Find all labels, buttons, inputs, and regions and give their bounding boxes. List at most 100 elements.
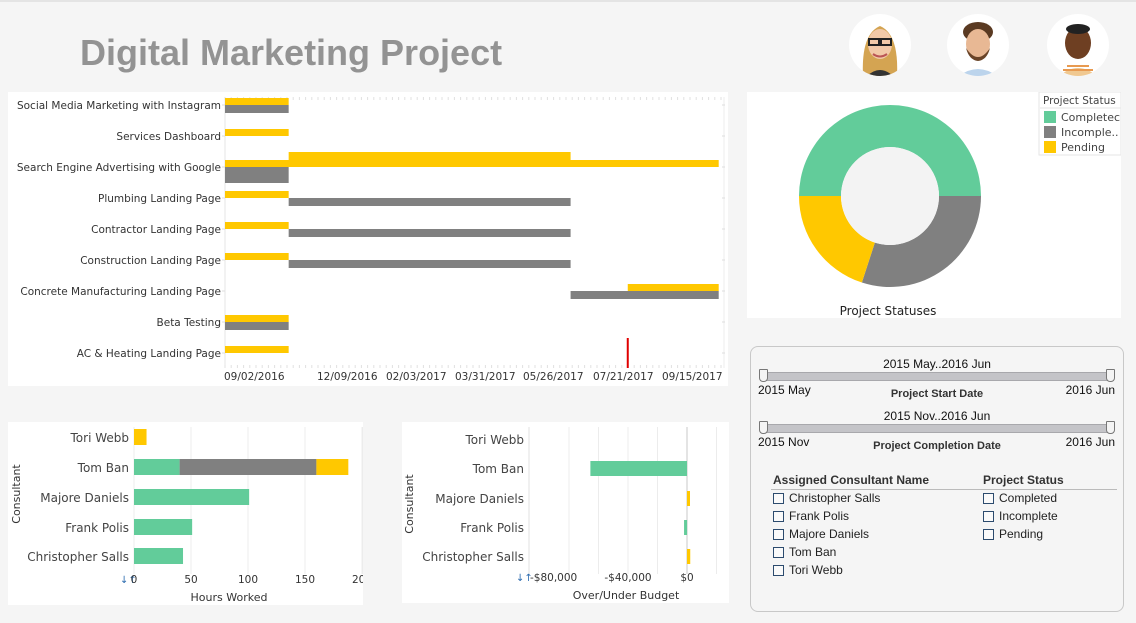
status-filter-checkbox[interactable]	[983, 528, 994, 540]
consultant-filter-label: Christopher Salls	[789, 491, 881, 505]
hours-bar-incomplete[interactable]	[179, 459, 317, 475]
consultant-filter-label: Frank Polis	[789, 509, 850, 523]
gantt-bar-pending[interactable]	[225, 191, 289, 198]
avatar-man-plaid-image	[1059, 24, 1097, 76]
over-under-budget-chart: Consultant Over/Under Budget ↓↑ -$80,000…	[403, 427, 717, 602]
status-pie-panel: Project Statuses Project Status Complete…	[747, 91, 1122, 318]
consultant-filter-header: Assigned Consultant Name	[773, 473, 930, 487]
legend-swatch-completed	[1044, 111, 1056, 123]
budget-bar[interactable]	[687, 549, 691, 564]
gantt-bar-pending[interactable]	[627, 284, 719, 291]
avatar-woman-glasses[interactable]	[849, 14, 911, 76]
status-filter-option[interactable]: Incomplete	[983, 507, 1064, 525]
start-range-label: 2015 May..2016 Jun	[883, 357, 991, 371]
consultant-filter-label: Tom Ban	[789, 545, 837, 559]
hours-x-tick-label: 200	[352, 574, 363, 586]
gantt-task-label: Construction Landing Page	[80, 255, 221, 267]
gantt-bar-incomplete[interactable]	[570, 291, 719, 299]
budget-bar[interactable]	[687, 491, 690, 506]
legend-label-incomplete[interactable]: Incomple..	[1061, 126, 1119, 139]
gantt-bar-incomplete[interactable]	[288, 229, 571, 237]
gantt-task-label: Search Engine Advertising with Google	[17, 162, 221, 174]
gantt-chart-panel: Social Media Marketing with Instagram Ser…	[8, 92, 728, 386]
legend-label-completed[interactable]: Completec	[1061, 111, 1120, 124]
status-filter-option[interactable]: Completed	[983, 489, 1064, 507]
consultant-filter-label: Tori Webb	[789, 563, 843, 577]
budget-bar[interactable]	[590, 461, 687, 476]
hours-y-axis-label: Consultant	[10, 464, 23, 524]
hours-x-tick-label: 150	[295, 574, 315, 586]
hours-category-label: Tori Webb	[70, 431, 130, 445]
hours-bar-completed[interactable]	[134, 548, 184, 564]
gantt-bar-pending[interactable]	[225, 346, 289, 353]
status-filter-option[interactable]: Pending	[983, 525, 1064, 543]
start-slider-max-handle[interactable]	[1106, 369, 1115, 382]
gantt-task-label: Contractor Landing Page	[91, 224, 221, 236]
legend-label-pending[interactable]: Pending	[1061, 141, 1105, 154]
status-filter-label: Pending	[999, 527, 1044, 541]
budget-x-tick-label: -$80,000	[530, 572, 577, 584]
consultant-filter-checkbox[interactable]	[773, 546, 784, 558]
consultant-filter-option[interactable]: Tori Webb	[773, 561, 929, 579]
budget-x-axis-label: Over/Under Budget	[573, 589, 680, 602]
gantt-bar-pending[interactable]	[225, 253, 289, 260]
hours-x-tick-label: 0	[131, 574, 138, 586]
budget-bar[interactable]	[684, 520, 688, 535]
budget-category-label: Tori Webb	[465, 433, 525, 447]
status-filter-checkbox[interactable]	[983, 492, 994, 504]
start-slider-min-handle[interactable]	[759, 369, 768, 382]
consultant-filter-option[interactable]: Tom Ban	[773, 543, 929, 561]
status-filter-label: Incomplete	[999, 509, 1058, 523]
avatar-man-beard[interactable]	[947, 14, 1009, 76]
hours-x-tick-label: 100	[238, 574, 258, 586]
consultant-filter-option[interactable]: Majore Daniels	[773, 525, 929, 543]
gantt-bar-pending[interactable]	[225, 315, 289, 322]
status-filter-checkbox[interactable]	[983, 510, 994, 522]
gantt-bar-pending[interactable]	[225, 129, 289, 136]
pie-chart-title: Project Statuses	[840, 304, 937, 318]
gantt-bar-incomplete[interactable]	[225, 322, 289, 330]
consultant-filter-checkbox[interactable]	[773, 528, 784, 540]
gantt-bar-incomplete[interactable]	[225, 105, 289, 113]
consultant-filter-option[interactable]: Christopher Salls	[773, 489, 929, 507]
budget-x-tick-label: $0	[680, 572, 693, 584]
gantt-x-tick-label: 02/03/2017	[386, 371, 447, 383]
hours-bar-completed[interactable]	[134, 459, 180, 475]
budget-y-axis-label: Consultant	[403, 474, 416, 534]
completion-slider-max-handle[interactable]	[1106, 421, 1115, 434]
gantt-bar-incomplete[interactable]	[288, 198, 571, 206]
gantt-task-label: AC & Heating Landing Page	[77, 348, 221, 360]
gantt-x-tick-label: 12/09/2016	[317, 371, 378, 383]
budget-category-label: Christopher Salls	[422, 550, 524, 564]
project-completion-date-slider[interactable]: 2015 Nov..2016 Jun 2015 Nov 2016 Jun Pro…	[758, 409, 1115, 452]
consultant-filter-option[interactable]: Frank Polis	[773, 507, 929, 525]
start-slider-name: Project Start Date	[890, 388, 984, 400]
hours-category-label: Christopher Salls	[27, 550, 129, 564]
hours-bar-pending[interactable]	[316, 459, 349, 475]
hours-x-axis-label: Hours Worked	[191, 591, 268, 604]
completion-slider-track[interactable]	[759, 421, 1115, 434]
budget-category-label: Tom Ban	[472, 462, 524, 476]
gantt-bar-pending[interactable]	[288, 152, 571, 167]
consultant-filter-list: Assigned Consultant Name Christopher Sal…	[773, 473, 929, 579]
consultant-filter-checkbox[interactable]	[773, 564, 784, 576]
gantt-bar-pending[interactable]	[225, 222, 289, 229]
consultant-filter-checkbox[interactable]	[773, 492, 784, 504]
gantt-bar-incomplete[interactable]	[288, 260, 571, 268]
project-start-date-slider[interactable]: 2015 May..2016 Jun 2015 May 2016 Jun Pro…	[758, 357, 1115, 400]
budget-category-label: Majore Daniels	[435, 492, 524, 506]
avatar-man-plaid[interactable]	[1047, 14, 1109, 76]
over-under-budget-panel: Consultant Over/Under Budget ↓↑ -$80,000…	[402, 422, 729, 603]
start-slider-track[interactable]	[759, 369, 1115, 382]
hours-category-label: Frank Polis	[65, 521, 129, 535]
gantt-bar-pending[interactable]	[225, 98, 289, 105]
gantt-bar-incomplete[interactable]	[225, 167, 289, 183]
hours-category-label: Majore Daniels	[40, 491, 129, 505]
consultant-filter-checkbox[interactable]	[773, 510, 784, 522]
hours-bar-completed[interactable]	[134, 519, 193, 535]
pie-legend[interactable]: Project Status Completec Incomple.. Pend…	[1038, 91, 1122, 156]
hours-bar-completed[interactable]	[134, 489, 250, 505]
gantt-task-label: Plumbing Landing Page	[98, 193, 221, 205]
hours-bar-pending[interactable]	[134, 429, 147, 445]
completion-slider-min-handle[interactable]	[759, 421, 768, 434]
